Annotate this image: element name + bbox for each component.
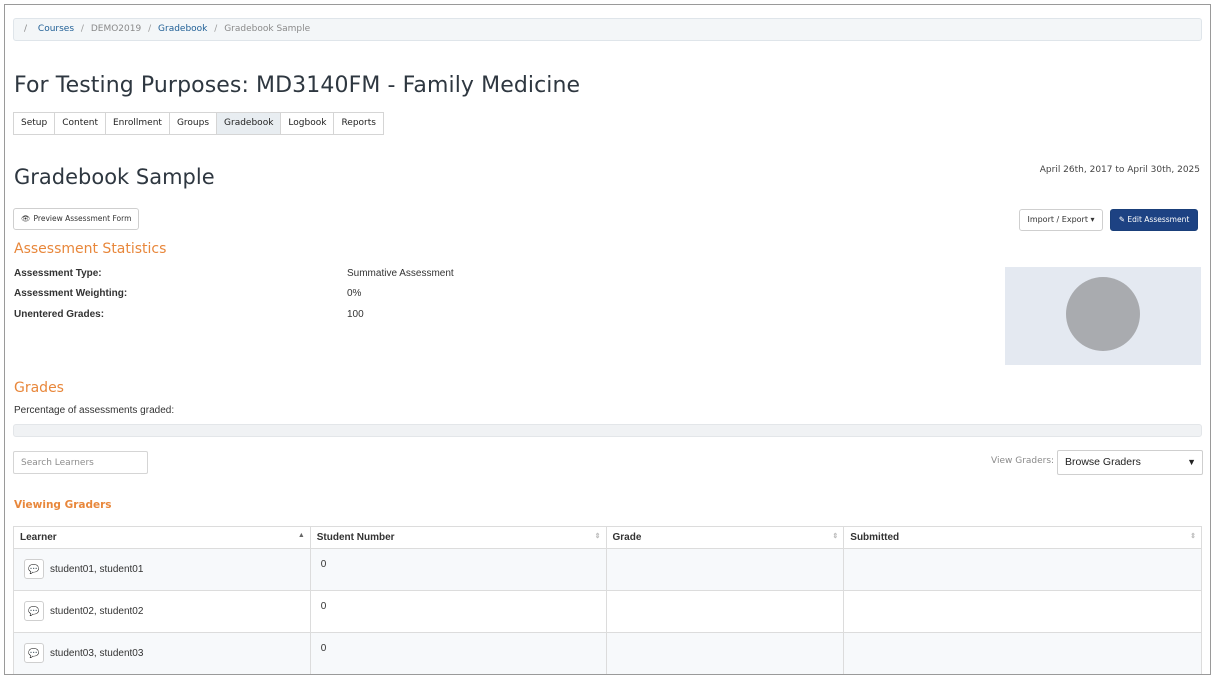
grades-pie-chart: [1005, 267, 1201, 365]
table-row: 💬 student02, student02 0: [13, 590, 1202, 633]
grade-cell[interactable]: [605, 590, 845, 633]
assessment-statistics-heading: Assessment Statistics: [14, 241, 167, 257]
date-range: April 26th, 2017 to April 30th, 2025: [1039, 165, 1200, 175]
column-header-submitted-label: Submitted: [850, 532, 900, 543]
sort-icon: ⇕: [1190, 533, 1196, 540]
sort-asc-icon: ▲: [297, 532, 305, 539]
pie-chart-svg: [1066, 277, 1140, 351]
course-title: For Testing Purposes: MD3140FM - Family …: [14, 73, 581, 98]
grade-cell[interactable]: [605, 548, 845, 591]
breadcrumb-sep: /: [80, 24, 84, 34]
assessment-type-label: Assessment Type:: [14, 268, 102, 279]
breadcrumb-current: Gradebook Sample: [224, 24, 311, 34]
learners-table: Learner ▲ Student Number ⇕ Grade ⇕ Submi…: [13, 526, 1202, 674]
pie-slice-ungraded: [1066, 277, 1140, 351]
graded-progress-bar: [13, 424, 1202, 437]
import-export-label: Import / Export: [1027, 215, 1088, 224]
student-number-cell: 0: [309, 632, 607, 674]
learner-name: student01, student01: [50, 563, 144, 575]
comment-icon[interactable]: 💬: [24, 601, 44, 621]
breadcrumb-lead-sep: /: [24, 24, 28, 34]
learner-cell: 💬 student03, student03: [13, 632, 311, 674]
viewing-graders-heading: Viewing Graders: [14, 499, 112, 511]
column-header-grade-label: Grade: [612, 532, 642, 543]
edit-assessment-label: Edit Assessment: [1127, 215, 1190, 224]
page-frame: / Courses / DEMO2019 / Gradebook / Grade…: [4, 4, 1211, 675]
assessment-type-value: Summative Assessment: [347, 268, 454, 279]
tab-enrollment[interactable]: Enrollment: [106, 113, 170, 134]
column-header-learner[interactable]: Learner ▲: [13, 526, 311, 549]
tab-groups[interactable]: Groups: [169, 113, 218, 134]
tab-logbook[interactable]: Logbook: [281, 113, 335, 134]
assessment-weighting-label: Assessment Weighting:: [14, 288, 128, 299]
assessment-weighting-value: 0%: [347, 288, 362, 299]
pencil-icon: ✎: [1118, 215, 1125, 224]
breadcrumb-gradebook-link[interactable]: Gradebook: [158, 24, 207, 34]
learner-cell: 💬 student01, student01: [13, 548, 311, 591]
course-tabs: Setup Content Enrollment Groups Gradeboo…: [13, 112, 384, 135]
unentered-grades-label: Unentered Grades:: [14, 309, 105, 320]
learner-name: student03, student03: [50, 647, 144, 659]
grades-heading: Grades: [14, 380, 64, 396]
tab-content[interactable]: Content: [55, 113, 106, 134]
preview-assessment-button[interactable]: 👁 Preview Assessment Form: [13, 208, 140, 230]
breadcrumb-sep: /: [214, 24, 218, 34]
breadcrumb-course-code: DEMO2019: [90, 24, 142, 34]
caret-down-icon: ▼: [1187, 457, 1196, 467]
student-number-cell: 0: [309, 548, 607, 591]
submitted-cell: [843, 590, 1202, 633]
grade-cell[interactable]: [605, 632, 845, 674]
search-learners-input[interactable]: [13, 451, 148, 474]
breadcrumb-sep: /: [148, 24, 152, 34]
column-header-grade[interactable]: Grade ⇕: [605, 526, 845, 549]
view-graders-label: View Graders:: [991, 456, 1055, 466]
column-header-student-number-label: Student Number: [316, 532, 395, 543]
browse-graders-select[interactable]: Browse Graders ▼: [1057, 450, 1203, 475]
tab-setup[interactable]: Setup: [14, 113, 56, 134]
sort-icon: ⇕: [594, 533, 601, 540]
unentered-grades-value: 100: [347, 309, 364, 320]
import-export-button[interactable]: Import / Export ▾: [1019, 209, 1103, 231]
tab-gradebook[interactable]: Gradebook: [217, 113, 282, 134]
table-row: 💬 student01, student01 0: [13, 548, 1202, 591]
percentage-graded-label: Percentage of assessments graded:: [14, 405, 175, 416]
student-number-cell: 0: [309, 590, 607, 633]
page-title: Gradebook Sample: [14, 165, 215, 189]
learner-name: student02, student02: [50, 605, 144, 617]
comment-icon[interactable]: 💬: [24, 643, 44, 663]
eye-icon: 👁: [21, 214, 31, 223]
submitted-cell: [843, 632, 1202, 674]
column-header-submitted[interactable]: Submitted ⇕: [843, 526, 1202, 549]
browse-graders-value: Browse Graders: [1065, 456, 1141, 468]
tab-reports[interactable]: Reports: [334, 113, 383, 134]
breadcrumb-courses-link[interactable]: Courses: [38, 24, 74, 34]
submitted-cell: [843, 548, 1202, 591]
column-header-student-number[interactable]: Student Number ⇕: [309, 526, 607, 549]
edit-assessment-button[interactable]: ✎ Edit Assessment: [1110, 209, 1198, 231]
column-header-learner-label: Learner: [20, 532, 57, 543]
learner-cell: 💬 student02, student02: [13, 590, 311, 633]
table-row: 💬 student03, student03 0: [13, 632, 1202, 674]
preview-assessment-label: Preview Assessment Form: [33, 214, 132, 223]
comment-icon[interactable]: 💬: [24, 559, 44, 579]
sort-icon: ⇕: [832, 533, 839, 540]
caret-down-icon: ▾: [1090, 215, 1095, 224]
breadcrumb: / Courses / DEMO2019 / Gradebook / Grade…: [13, 18, 1202, 41]
